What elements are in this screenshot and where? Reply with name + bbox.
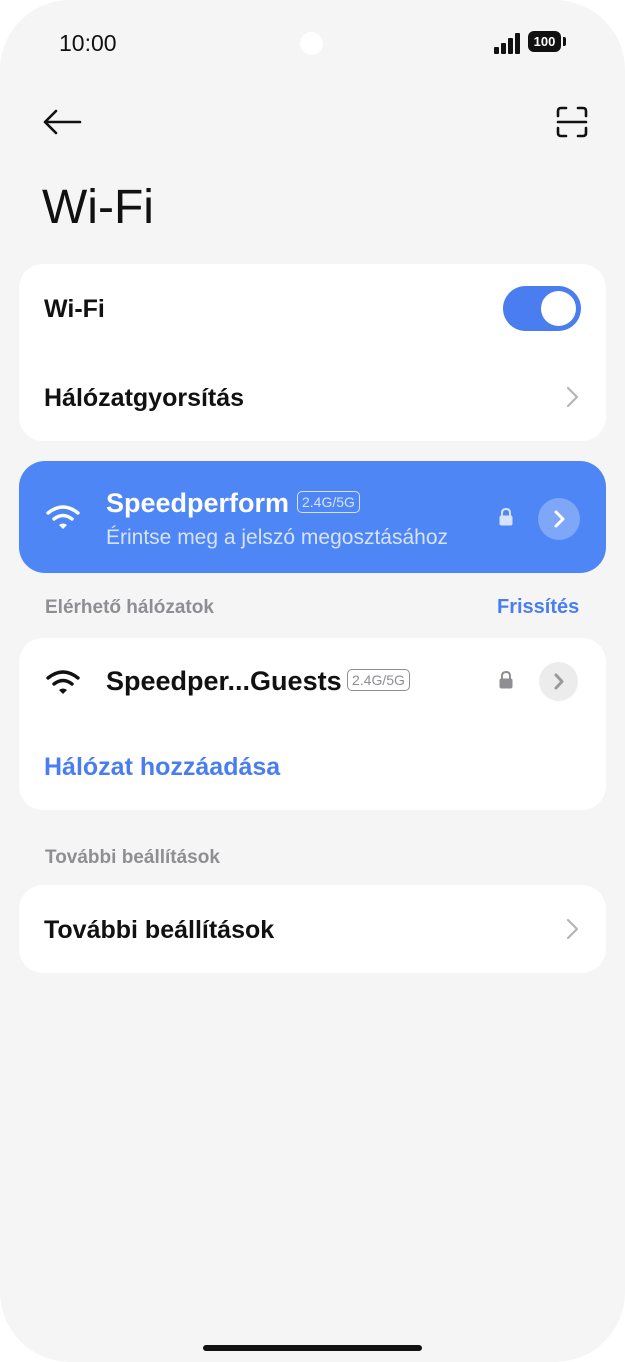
phone-screen: 10:00 100 Wi-Fi Wi-Fi Hálózatgyorsítás S… [0,0,625,1362]
camera-cutout [300,32,323,55]
wifi-signal-icon [46,505,80,529]
more-settings-section-label: További beállítások [45,847,220,868]
more-settings-row: További beállítások [44,916,275,944]
chevron-right-icon [566,386,579,408]
wifi-signal-icon [46,670,80,694]
lock-icon [499,670,513,689]
band-badge: 2.4G/5G [347,669,410,691]
battery-tip [563,37,566,46]
signal-icon [494,32,522,54]
status-bar: 10:00 100 [0,0,625,90]
scan-button[interactable] [550,100,594,144]
available-networks-label: Elérhető hálózatok [45,597,214,618]
add-network-button[interactable]: Hálózat hozzáadása [44,753,280,782]
chevron-right-icon [566,918,579,940]
refresh-button[interactable]: Frissítés [497,596,579,619]
wifi-toggle-label: Wi-Fi [44,295,105,323]
connected-network-card[interactable]: Speedperform 2.4G/5G Érintse meg a jelsz… [19,461,606,573]
connected-network-name: Speedperform [106,488,290,518]
available-networks-card: Speedper...Guests 2.4G/5G Hálózat hozzáa… [19,638,606,810]
more-settings-card[interactable]: További beállítások [19,885,606,973]
home-indicator[interactable] [203,1345,422,1351]
toggle-knob [541,291,576,326]
network-details-button[interactable] [539,662,578,701]
back-button[interactable] [40,100,84,144]
page-title: Wi-Fi [42,181,154,234]
chevron-right-icon [554,673,564,690]
battery-icon: 100 [528,31,561,52]
network-details-button[interactable] [538,498,580,540]
network-acceleration-row[interactable]: Hálózatgyorsítás [44,384,244,413]
qr-scan-icon [556,106,588,138]
lock-icon [499,507,513,526]
chevron-right-icon [554,510,565,528]
status-time: 10:00 [59,30,117,56]
band-badge: 2.4G/5G [297,491,360,513]
share-password-hint: Érintse meg a jelszó megosztásához [106,526,448,549]
network-name: Speedper...Guests [106,666,342,696]
wifi-toggle[interactable] [503,286,581,331]
network-list-item[interactable]: Speedper...Guests 2.4G/5G [19,638,606,726]
back-arrow-icon [43,109,82,135]
